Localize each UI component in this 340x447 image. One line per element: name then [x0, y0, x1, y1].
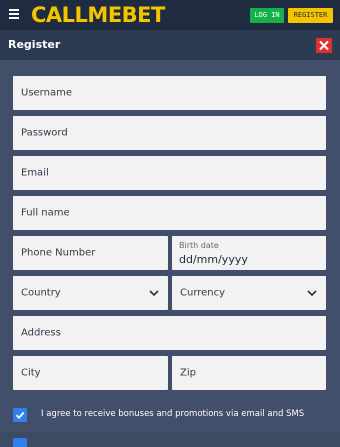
chevron-down-icon — [307, 290, 317, 297]
address-placeholder: Address — [21, 327, 61, 339]
birth-date-label: Birth date — [179, 241, 219, 250]
city-placeholder: City — [21, 367, 41, 379]
zip-input[interactable]: Zip — [172, 356, 326, 390]
consent-label: I agree to receive bonuses and promotion… — [41, 409, 305, 419]
birth-date-value: dd/mm/yyyy — [179, 253, 248, 266]
city-input[interactable]: City — [13, 356, 168, 390]
register-button[interactable]: REGISTER — [288, 8, 333, 23]
address-input[interactable]: Address — [13, 316, 326, 350]
full-name-input[interactable]: Full name — [13, 196, 326, 230]
phone-number-placeholder: Phone Number — [21, 247, 96, 259]
consent-checkbox[interactable] — [13, 408, 27, 422]
password-placeholder: Password — [21, 127, 68, 139]
register-header: Register — [0, 30, 340, 60]
chevron-down-icon — [149, 290, 159, 297]
email-placeholder: Email — [21, 167, 49, 179]
currency-placeholder: Currency — [180, 287, 226, 299]
close-button[interactable] — [316, 38, 332, 53]
username-placeholder: Username — [21, 87, 72, 99]
login-button[interactable]: LOG IN — [250, 8, 284, 23]
top-navigation-bar: CALLMEBET LOG IN REGISTER — [0, 0, 340, 30]
full-name-placeholder: Full name — [21, 207, 70, 219]
next-checkbox[interactable] — [13, 438, 27, 447]
close-icon — [319, 40, 329, 51]
username-input[interactable]: Username — [13, 76, 326, 110]
email-input[interactable]: Email — [13, 156, 326, 190]
checkmark-icon — [15, 411, 25, 420]
page-title: Register — [8, 38, 61, 51]
brand-logo[interactable]: CALLMEBET — [31, 2, 165, 28]
password-input[interactable]: Password — [13, 116, 326, 150]
phone-number-input[interactable]: Phone Number — [13, 236, 168, 270]
country-select[interactable]: Country — [13, 276, 168, 310]
zip-placeholder: Zip — [180, 367, 196, 379]
birth-date-input[interactable]: Birth date dd/mm/yyyy — [172, 236, 326, 270]
currency-select[interactable]: Currency — [172, 276, 326, 310]
next-row-partial — [0, 432, 340, 447]
hamburger-menu-icon[interactable] — [7, 8, 21, 22]
country-placeholder: Country — [21, 287, 61, 299]
